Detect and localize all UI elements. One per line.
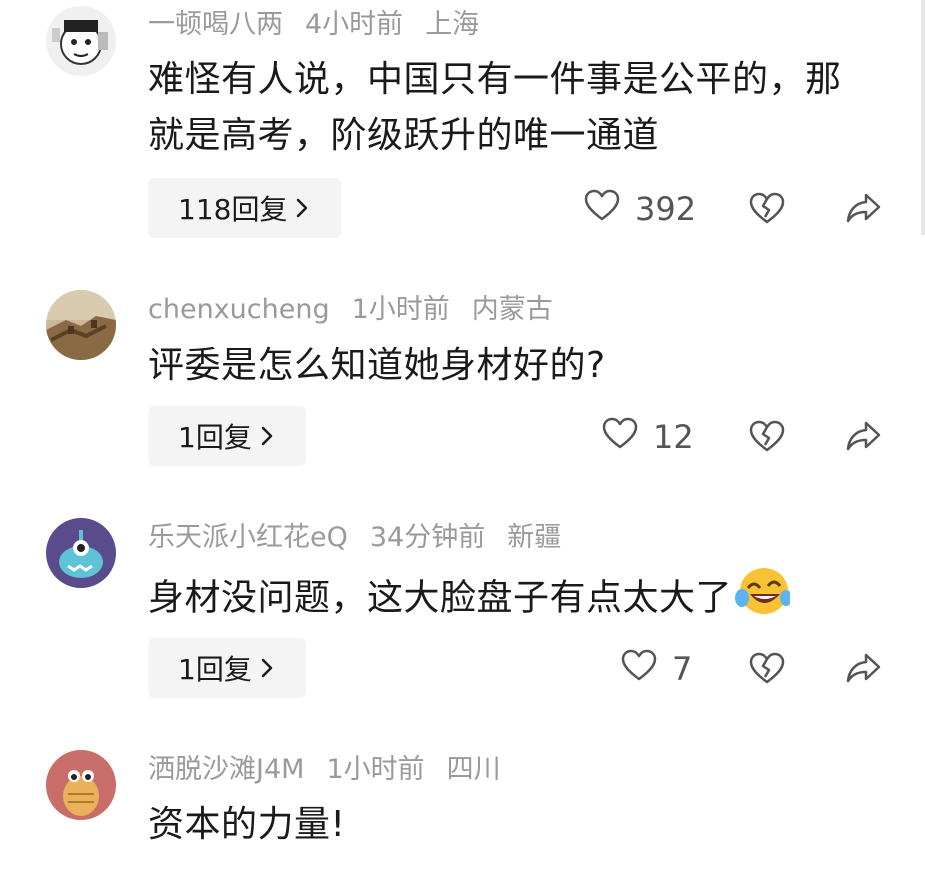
username[interactable]: 乐天派小红花eQ — [148, 522, 348, 553]
like-button[interactable]: 7 — [620, 648, 692, 690]
replies-label: 1回复 — [178, 421, 252, 454]
chevron-right-icon — [295, 197, 309, 219]
like-count: 12 — [653, 418, 694, 456]
cartoon-creature-avatar-icon — [46, 750, 116, 820]
username[interactable]: 一顿喝八两 — [148, 9, 283, 40]
broken-heart-icon — [749, 420, 785, 452]
replies-button[interactable]: 118回复 — [148, 178, 341, 238]
replies-button[interactable]: 1回复 — [148, 406, 306, 466]
like-button[interactable]: 392 — [583, 188, 696, 230]
share-arrow-icon — [846, 193, 881, 223]
comment-meta: 一顿喝八两 4小时前 上海 — [148, 8, 501, 42]
timestamp: 1小时前 — [351, 294, 450, 325]
broken-heart-icon — [749, 652, 785, 684]
timestamp: 34分钟前 — [369, 522, 486, 553]
blue-monster-avatar-icon — [46, 518, 116, 588]
user-avatar[interactable] — [46, 290, 116, 360]
dislike-button[interactable] — [747, 416, 787, 456]
replies-button[interactable]: 1回复 — [148, 638, 306, 698]
share-button[interactable] — [843, 416, 883, 456]
replies-label: 1回复 — [178, 653, 252, 686]
replies-label: 118回复 — [178, 193, 288, 226]
location: 四川 — [446, 754, 501, 785]
heart-outline-icon — [620, 648, 658, 690]
dislike-button[interactable] — [747, 188, 787, 228]
user-avatar[interactable] — [46, 6, 116, 76]
dislike-button[interactable] — [747, 648, 787, 688]
like-count: 7 — [672, 650, 693, 688]
location: 新疆 — [507, 522, 562, 553]
share-button[interactable] — [843, 188, 883, 228]
username[interactable]: chenxucheng — [148, 294, 330, 325]
comment-text: 评委是怎么知道她身材好的? — [148, 345, 606, 386]
chevron-right-icon — [260, 657, 274, 679]
comment-meta: 乐天派小红花eQ 34分钟前 新疆 — [148, 521, 583, 555]
user-avatar[interactable] — [46, 518, 116, 588]
like-button[interactable]: 12 — [601, 416, 694, 458]
comment-text: 身材没问题，这大脸盘子有点太大了 — [148, 566, 868, 633]
like-count: 392 — [635, 190, 697, 228]
cartoon-face-avatar-icon — [46, 6, 116, 76]
timestamp: 1小时前 — [326, 754, 425, 785]
heart-outline-icon — [583, 188, 621, 230]
comment-text: 资本的力量! — [148, 804, 346, 845]
share-arrow-icon — [846, 653, 881, 683]
username[interactable]: 洒脱沙滩J4M — [148, 754, 304, 785]
comment-meta: 洒脱沙滩J4M 1小时前 四川 — [148, 753, 523, 787]
great-wall-avatar-icon — [46, 290, 116, 360]
comment-meta: chenxucheng 1小时前 内蒙古 — [148, 293, 575, 327]
share-arrow-icon — [846, 421, 881, 451]
scroll-edge — [921, 0, 925, 235]
user-avatar[interactable] — [46, 750, 116, 820]
comment-text-body: 身材没问题，这大脸盘子有点太大了 — [148, 577, 733, 619]
broken-heart-icon — [749, 192, 785, 224]
share-button[interactable] — [843, 648, 883, 688]
chevron-right-icon — [260, 425, 274, 447]
heart-outline-icon — [601, 416, 639, 458]
location: 上海 — [425, 9, 480, 40]
location: 内蒙古 — [471, 294, 553, 325]
laughing-crying-emoji-icon — [734, 566, 793, 633]
timestamp: 4小时前 — [305, 9, 404, 40]
comment-text: 难怪有人说，中国只有一件事是公平的，那就是高考，阶级跃升的唯一通道 — [148, 59, 842, 156]
